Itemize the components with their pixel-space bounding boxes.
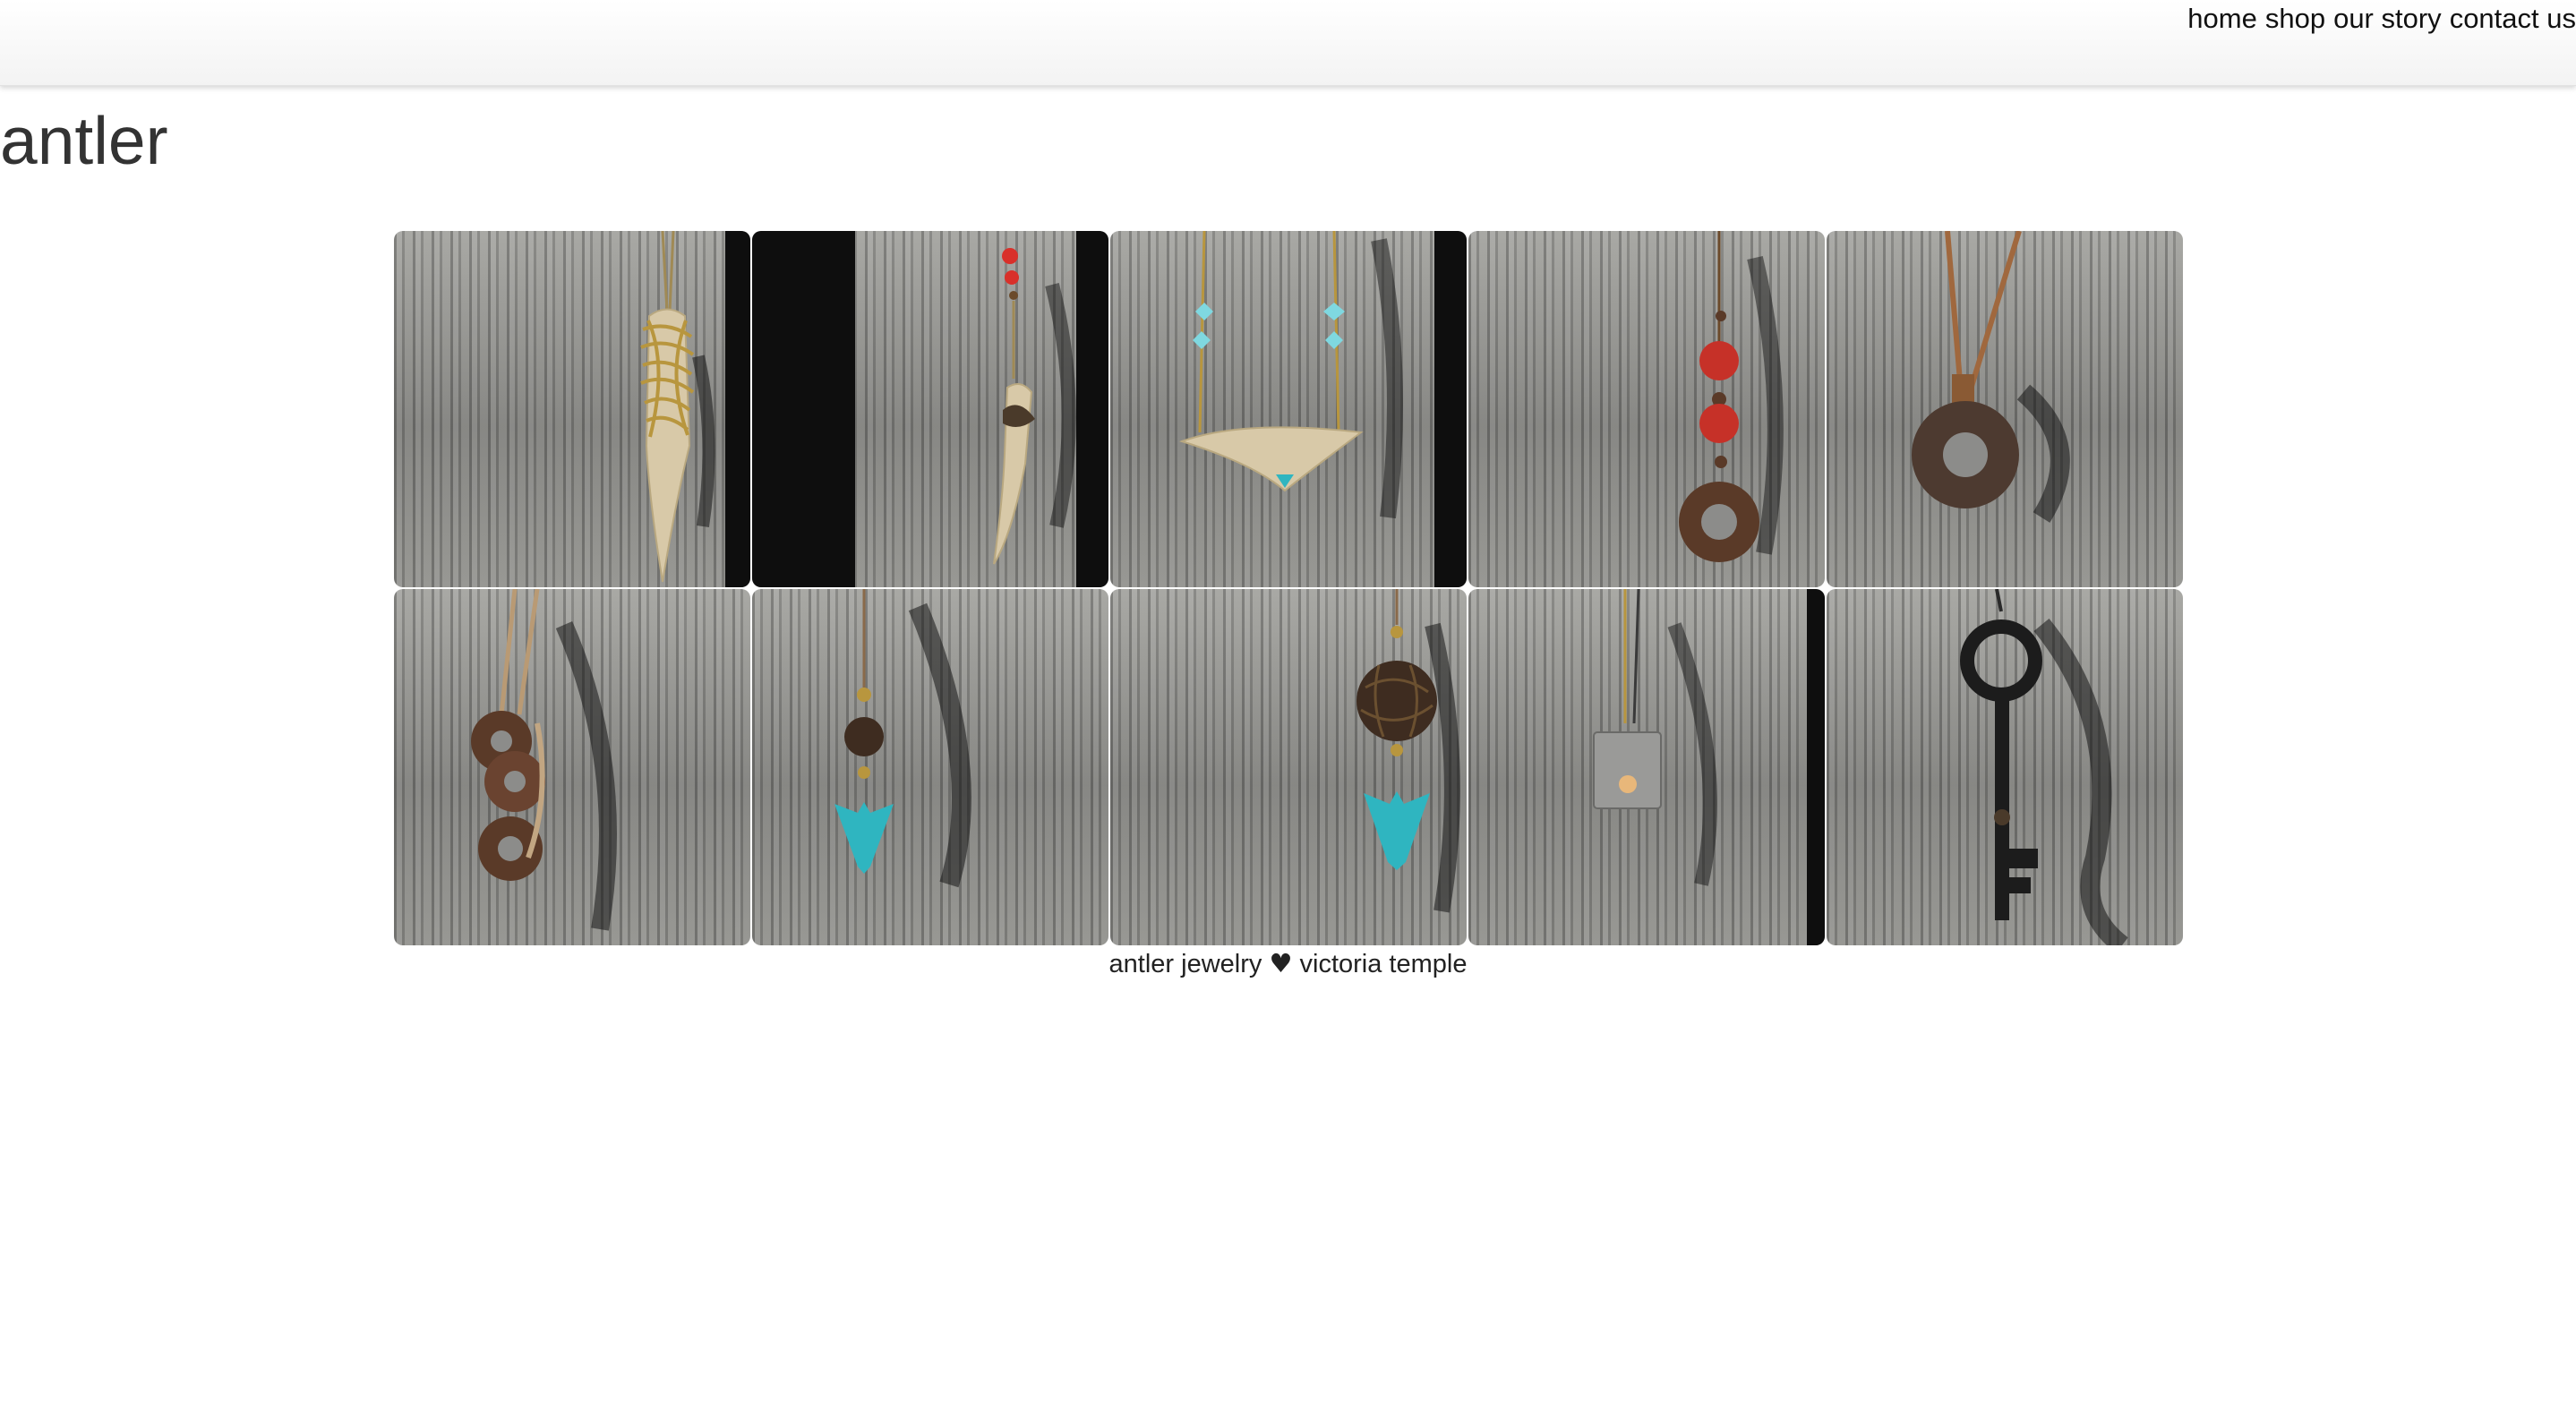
stacked-washer-cord-pendant-icon: [471, 589, 617, 931]
nav-shop-link[interactable]: shop: [2265, 2, 2325, 36]
leather-cord-washer-pendant-icon: [1912, 231, 2070, 523]
gallery-item-6[interactable]: [394, 589, 750, 945]
gallery-item-7[interactable]: [752, 589, 1108, 945]
footer-author: victoria temple: [1299, 950, 1468, 978]
gallery-item-10[interactable]: [1827, 589, 2183, 945]
antler-tip-red-bead-pendant-icon: [993, 248, 1076, 565]
square-shell-pearl-pendant-icon: [1593, 589, 1717, 886]
gallery-item-4[interactable]: [1468, 231, 1825, 587]
gallery-item-8[interactable]: [1110, 589, 1467, 945]
footer-brand: antler jewelry: [1108, 950, 1262, 978]
footer-credit: antler jewelry ♥ victoria temple: [0, 945, 2576, 982]
nav-contact-us-link[interactable]: contact us: [2450, 2, 2576, 36]
gallery-item-5[interactable]: [1827, 231, 2183, 587]
page-title: antler: [0, 103, 168, 178]
antler-wire-wrapped-pendant-icon: [640, 231, 715, 583]
red-bead-washer-pendant-icon: [1679, 231, 1784, 562]
antler-bar-turquoise-necklace-icon: [1178, 231, 1403, 519]
gallery-item-9[interactable]: [1468, 589, 1825, 945]
top-nav-bar: home shop our story contact us: [0, 0, 2576, 86]
heart-icon: ♥: [1269, 948, 1293, 978]
turquoise-heart-bead-pendant-icon: [834, 589, 971, 888]
skeleton-key-pendant-icon: [1960, 589, 2128, 945]
main-nav: home shop our story contact us: [2187, 2, 2576, 36]
gallery-item-2[interactable]: [752, 231, 1108, 587]
nav-home-link[interactable]: home: [2187, 2, 2257, 36]
gallery-item-3[interactable]: [1110, 231, 1467, 587]
nav-our-story-link[interactable]: our story: [2333, 2, 2442, 36]
gallery-item-1[interactable]: [394, 231, 750, 587]
turquoise-heart-wire-ball-pendant-icon: [1356, 589, 1460, 913]
product-gallery: [393, 230, 2184, 946]
